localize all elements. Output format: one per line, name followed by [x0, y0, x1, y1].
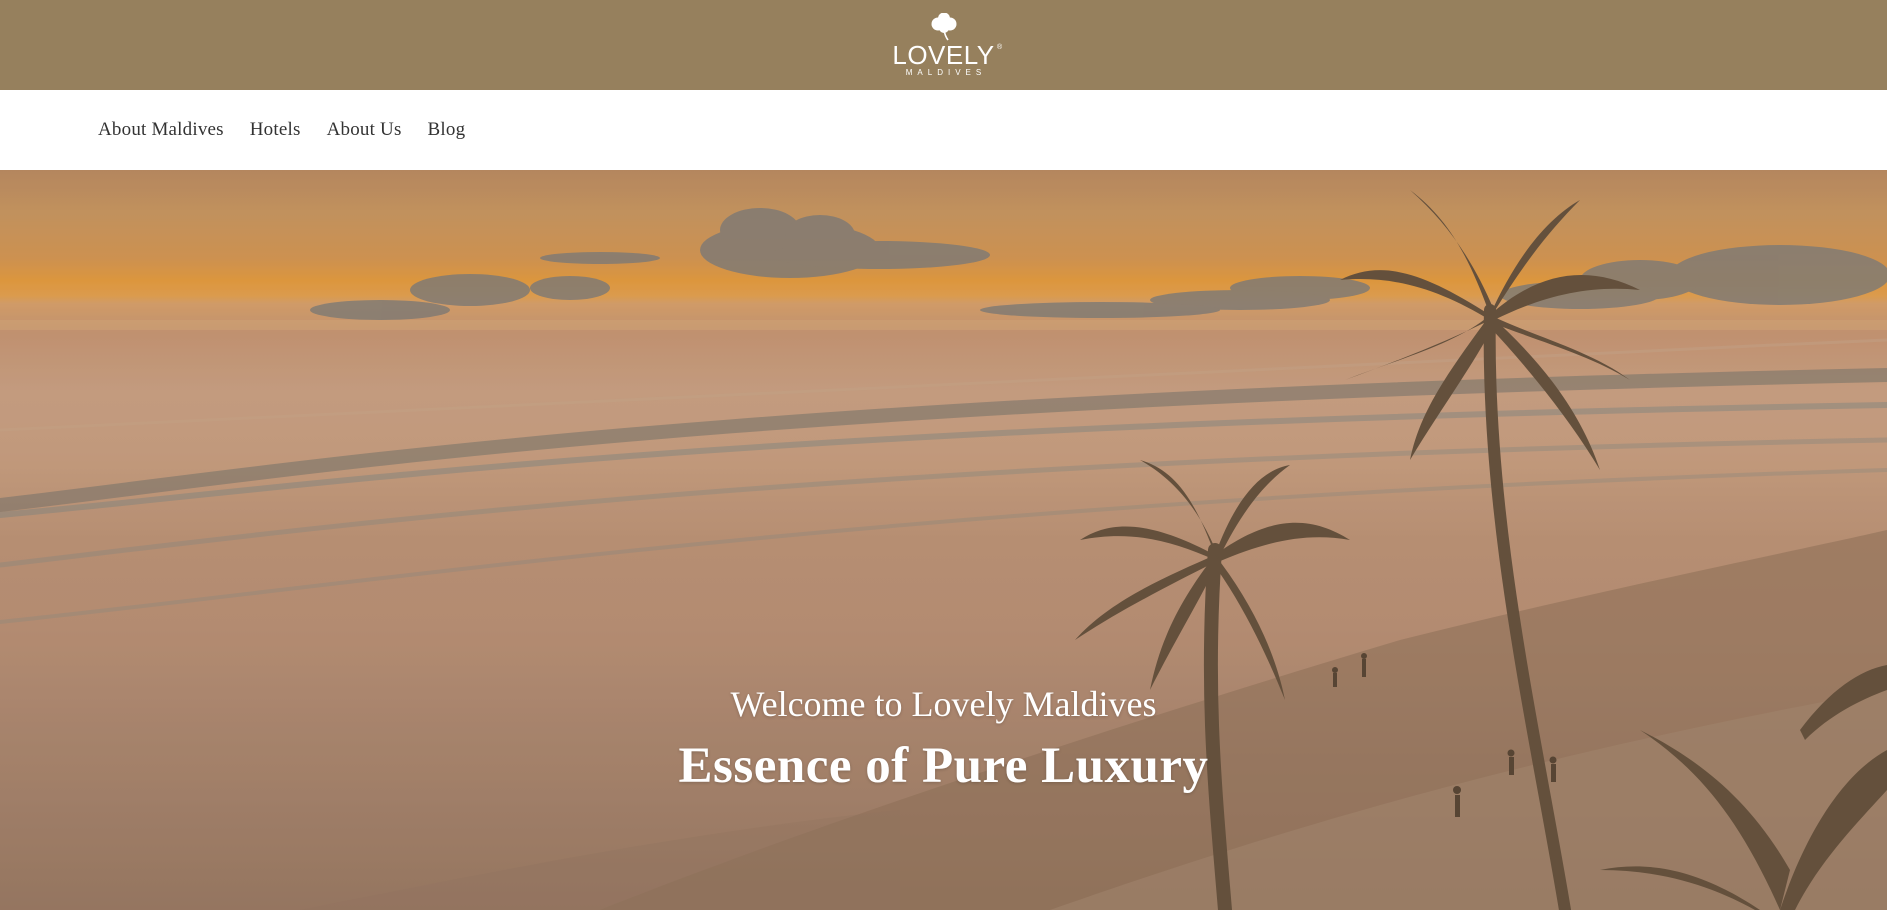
logo-name: LOVELY: [892, 39, 995, 70]
nav-item-about-us[interactable]: About Us: [327, 119, 402, 141]
nav-item-about-maldives[interactable]: About Maldives: [98, 119, 224, 141]
nav-item-hotels[interactable]: Hotels: [250, 119, 301, 141]
clover-icon: [931, 12, 956, 40]
main-navigation: About Maldives Hotels About Us Blog: [0, 90, 1887, 170]
logo[interactable]: LOVELY ® MALDIVES: [892, 12, 1002, 78]
registered-mark: ®: [996, 43, 1003, 51]
beach-sunset-image: [0, 170, 1887, 910]
logo-wordmark: LOVELY ®: [892, 39, 1002, 70]
hero-banner: Welcome to Lovely Maldives Essence of Pu…: [0, 170, 1887, 910]
hero-title: Essence of Pure Luxury: [678, 738, 1209, 794]
hero-welcome-text: Welcome to Lovely Maldives: [730, 684, 1157, 724]
nav-item-blog[interactable]: Blog: [428, 119, 466, 141]
top-bar: LOVELY ® MALDIVES: [0, 0, 1887, 90]
